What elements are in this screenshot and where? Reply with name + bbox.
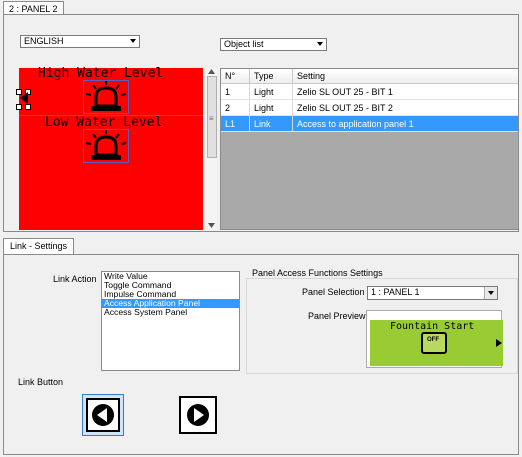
link-action-list[interactable]: Write Value Toggle Command Impulse Comma… xyxy=(101,271,240,371)
canvas-scrollbar[interactable] xyxy=(206,68,217,230)
language-select-value: ENGLISH xyxy=(24,36,64,46)
row-setting: Access to application panel 1 xyxy=(292,115,518,132)
table-row[interactable]: 1 Light Zelio SL OUT 25 - BIT 1 xyxy=(221,83,518,100)
arrow-right-icon xyxy=(496,339,502,347)
row-setting: Zelio SL OUT 25 - BIT 1 xyxy=(292,83,518,100)
scroll-down-icon[interactable] xyxy=(208,223,215,228)
row-type: Light xyxy=(249,99,293,116)
row-number: L1 xyxy=(221,115,250,132)
alarm-light-icon[interactable] xyxy=(83,80,129,114)
panel-preview: Fountain Start OFF xyxy=(366,310,503,368)
panel-text-high-water[interactable]: High Water Level xyxy=(38,67,163,80)
panel-text-low-water[interactable]: Low Water Level xyxy=(45,116,162,129)
scroll-up-icon[interactable] xyxy=(208,69,215,74)
link-button-right[interactable] xyxy=(179,396,217,434)
table-row-selected[interactable]: L1 Link Access to application panel 1 xyxy=(221,115,518,132)
preview-off-button-icon: OFF xyxy=(421,332,447,354)
column-header-setting[interactable]: Setting xyxy=(292,69,518,84)
link-arrow-left-icon[interactable] xyxy=(19,92,29,104)
panel-preview-screen: Fountain Start OFF xyxy=(370,320,503,366)
chevron-down-icon xyxy=(488,291,494,295)
arrow-right-circle-icon xyxy=(187,404,209,426)
panel-preview-label: Panel Preview xyxy=(308,311,366,321)
list-item[interactable]: Access System Panel xyxy=(102,308,239,317)
panel-access-group-title: Panel Access Functions Settings xyxy=(252,268,383,278)
object-table: N° Type Setting 1 Light Zelio SL OUT 25 … xyxy=(220,68,519,230)
alarm-light-icon[interactable] xyxy=(83,129,129,163)
link-button-left[interactable] xyxy=(82,394,124,436)
panel-selection-value: 1 : PANEL 1 xyxy=(371,287,420,297)
object-list-select-value: Object list xyxy=(224,39,264,49)
chevron-down-icon xyxy=(317,42,323,46)
panel-selection-label: Panel Selection xyxy=(302,287,365,297)
tab-link-settings[interactable]: Link - Settings xyxy=(3,238,75,254)
row-number: 2 xyxy=(221,99,250,116)
link-button-label: Link Button xyxy=(18,377,64,387)
selection-handle[interactable] xyxy=(25,104,31,110)
language-select[interactable]: ENGLISH xyxy=(20,35,140,48)
row-setting: Zelio SL OUT 25 - BIT 2 xyxy=(292,99,518,116)
preview-text: Fountain Start xyxy=(390,321,475,332)
table-row[interactable]: 2 Light Zelio SL OUT 25 - BIT 2 xyxy=(221,99,518,116)
row-number: 1 xyxy=(221,83,250,100)
selection-handle[interactable] xyxy=(16,104,22,110)
column-header-number[interactable]: N° xyxy=(221,69,250,84)
dropdown-button[interactable] xyxy=(484,287,497,299)
object-list-select[interactable]: Object list xyxy=(220,38,327,51)
right-arrow-button-frame xyxy=(179,396,217,434)
column-header-type[interactable]: Type xyxy=(249,69,293,84)
splitter-grip-icon[interactable]: ≡ xyxy=(209,114,214,123)
chevron-down-icon xyxy=(130,39,136,43)
row-type: Link xyxy=(249,115,293,132)
row-type: Light xyxy=(249,83,293,100)
panel-selection-select[interactable]: 1 : PANEL 1 xyxy=(367,286,498,300)
panel-canvas[interactable]: High Water Level Low Water Level xyxy=(16,67,203,230)
link-action-label: Link Action xyxy=(53,274,97,284)
left-arrow-button-frame xyxy=(86,398,120,432)
preview-off-label: OFF xyxy=(427,337,439,343)
arrow-left-circle-icon xyxy=(92,404,114,426)
